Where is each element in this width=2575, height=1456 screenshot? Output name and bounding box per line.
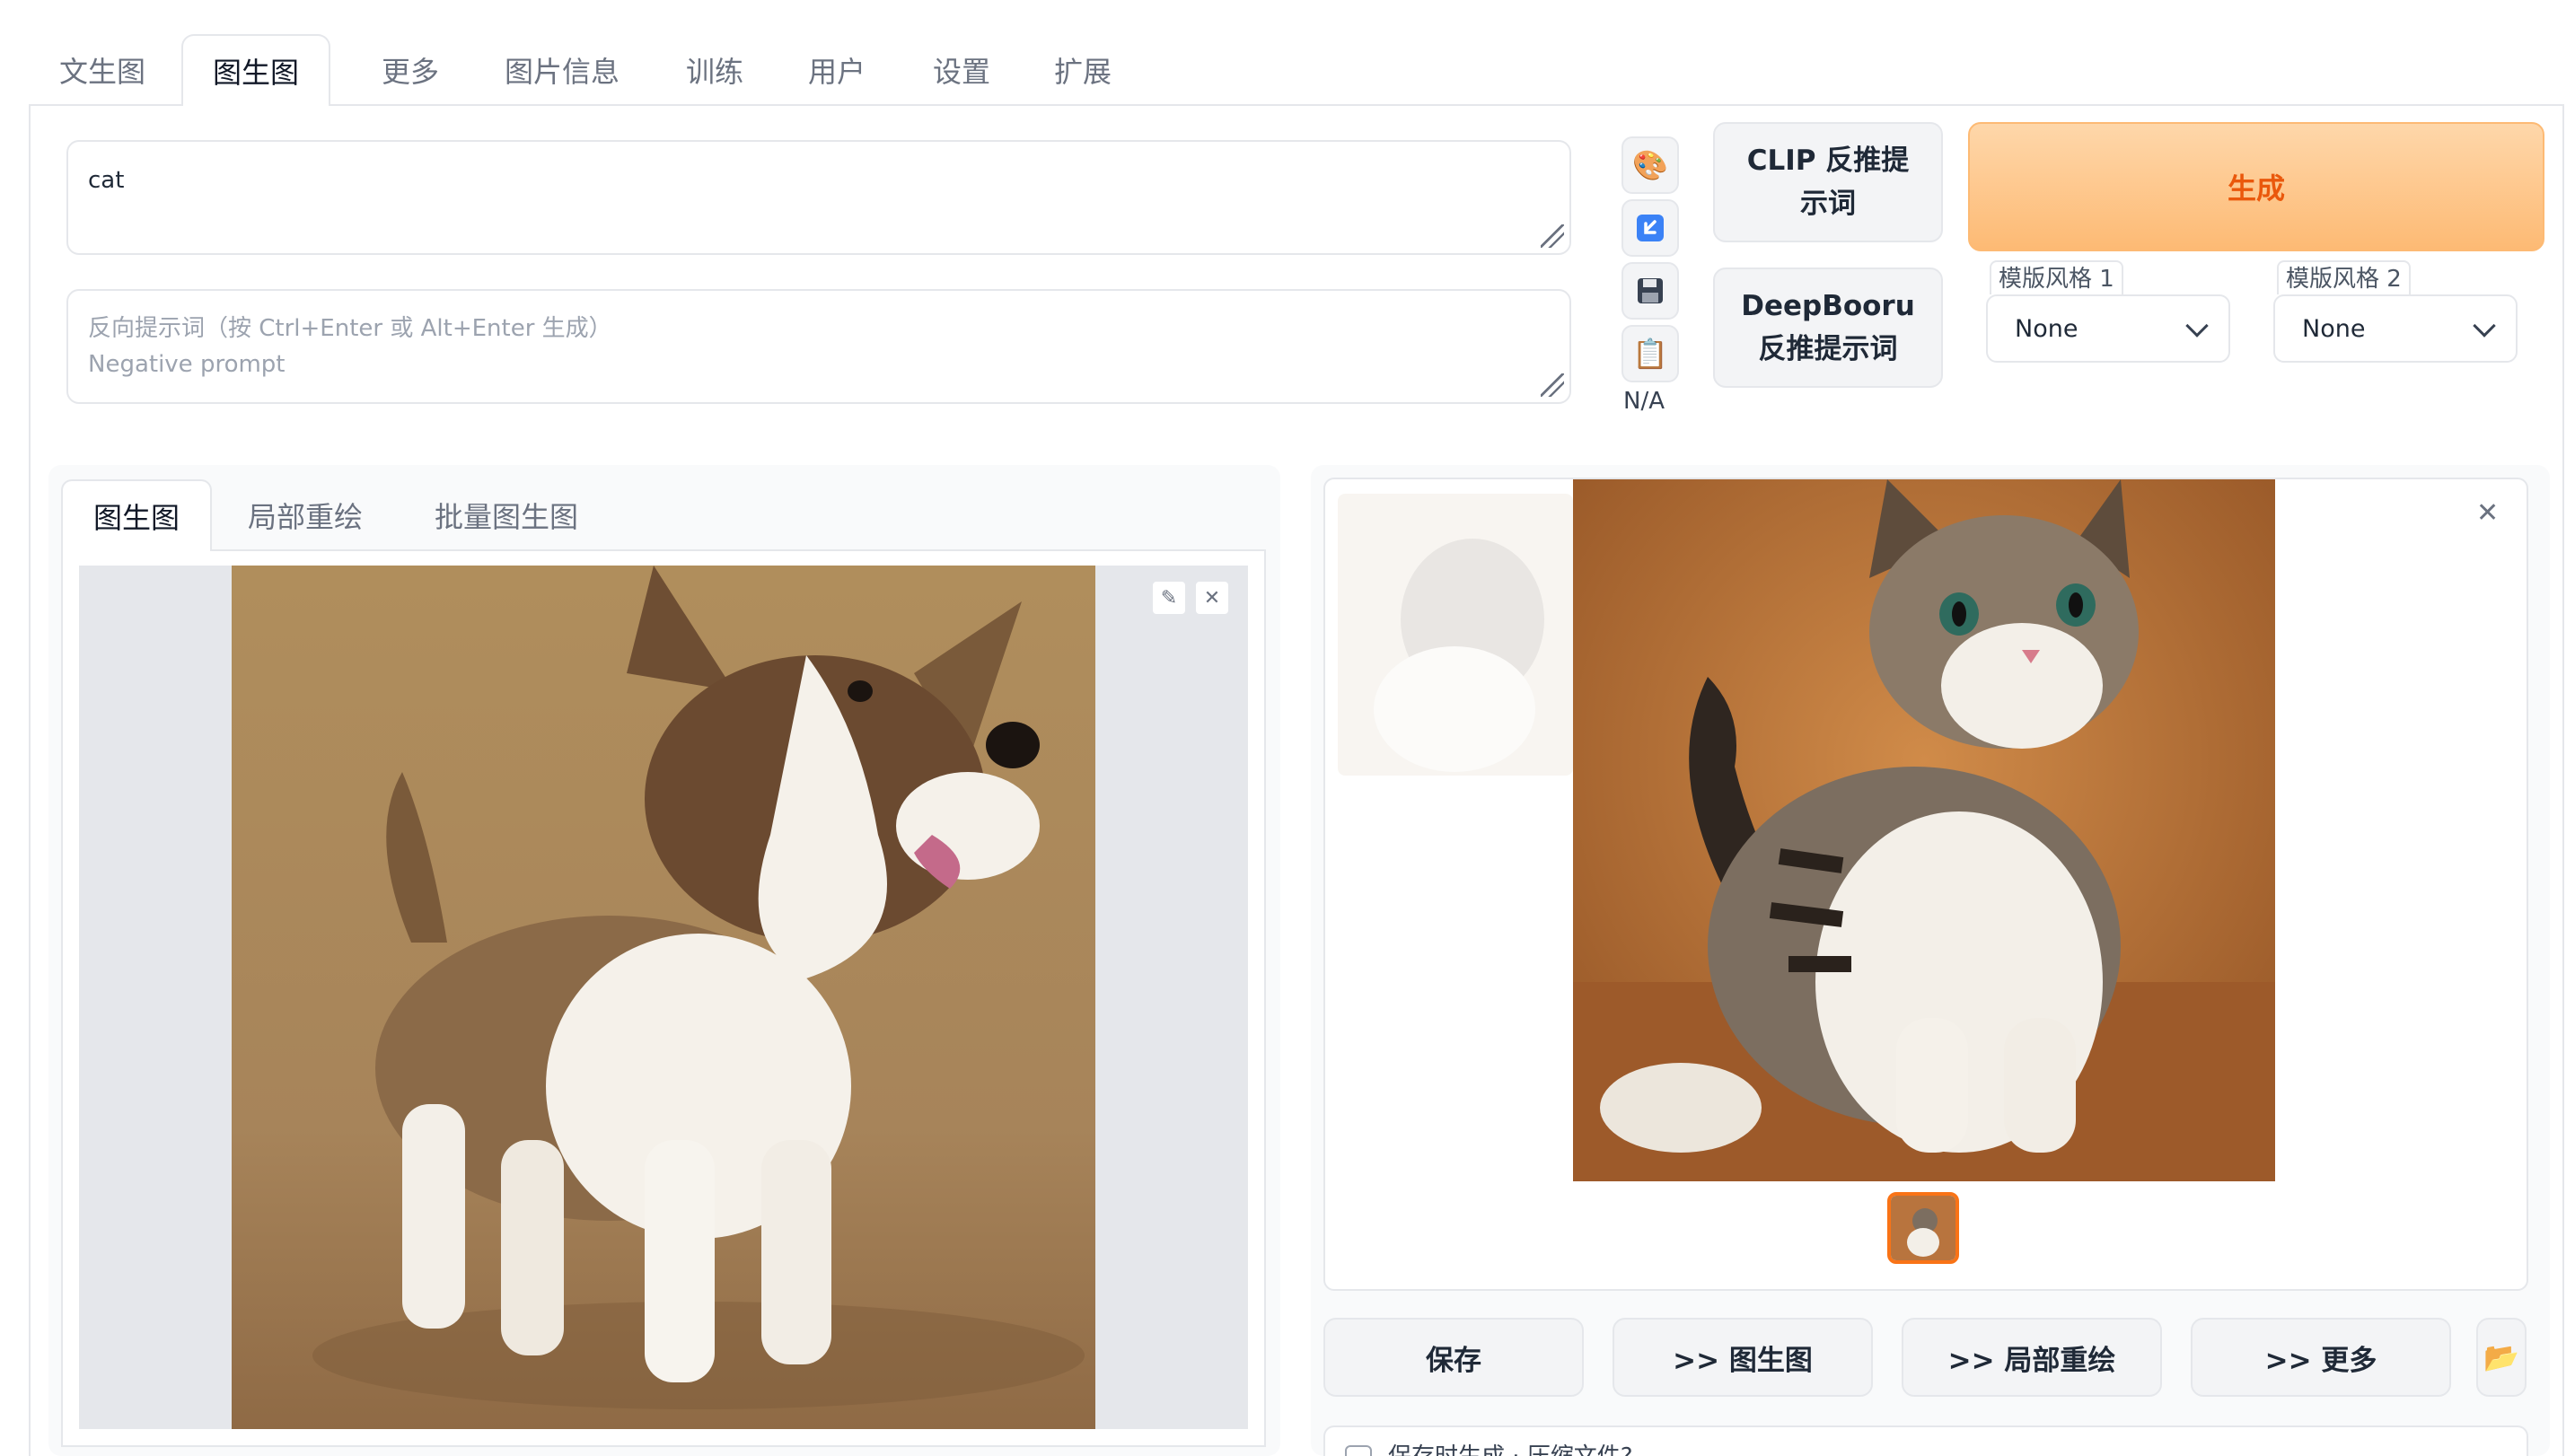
style-2-label: 模版风格 2 — [2277, 260, 2411, 294]
send-to-inpaint-button[interactable]: >> 局部重绘 — [1902, 1318, 2162, 1397]
send-to-img2img-button[interactable]: >> 图生图 — [1613, 1318, 1873, 1397]
tab-extras[interactable]: 更多 — [352, 34, 469, 106]
clip-label-1: CLIP 反推提 — [1746, 145, 1910, 177]
generate-button[interactable]: 生成 — [1968, 122, 2544, 251]
style-2-select[interactable]: None — [2273, 294, 2518, 363]
deepbooru-label-1: DeepBooru — [1741, 290, 1915, 322]
tab-user[interactable]: 用户 — [781, 34, 892, 106]
save-style-button[interactable] — [1621, 262, 1679, 320]
subtab-inpaint[interactable]: 局部重绘 — [228, 479, 382, 551]
style-palette-button[interactable]: 🎨 — [1621, 136, 1679, 194]
tab-extensions[interactable]: 扩展 — [1027, 34, 1138, 106]
save-icon — [1638, 278, 1663, 303]
negative-prompt-placeholder: 反向提示词（按 Ctrl+Enter 或 Alt+Enter 生成） — [88, 315, 612, 342]
arrow-icon — [1637, 215, 1664, 241]
style-1-label: 模版风格 1 — [1990, 260, 2123, 294]
save-button[interactable]: 保存 — [1323, 1318, 1584, 1397]
clipboard-icon: 📋 — [1632, 337, 1668, 371]
tab-settings[interactable]: 设置 — [903, 34, 1020, 106]
folder-icon: 📂 — [2483, 1340, 2519, 1374]
tab-img2img[interactable]: 图生图 — [181, 34, 330, 106]
close-icon[interactable]: ✕ — [1194, 580, 1230, 616]
subtab-batch[interactable]: 批量图生图 — [408, 479, 605, 551]
gallery-thumbnail-selected[interactable] — [1887, 1192, 1959, 1264]
top-tab-bar: 文生图 图生图 更多 图片信息 训练 用户 设置 扩展 — [32, 34, 2564, 106]
zip-checkbox[interactable] — [1345, 1445, 1372, 1456]
clip-label-2: 示词 — [1800, 188, 1856, 220]
tab-txt2img[interactable]: 文生图 — [32, 34, 172, 106]
output-image-cat[interactable] — [1573, 479, 2275, 1181]
style-1-select[interactable]: None — [1986, 294, 2230, 363]
clip-interrogate-button[interactable]: CLIP 反推提 示词 — [1713, 122, 1943, 242]
style-1-value: None — [2015, 314, 2078, 343]
tab-png-info[interactable]: 图片信息 — [481, 34, 643, 106]
edit-icon[interactable]: ✎ — [1151, 580, 1187, 616]
resize-handle[interactable] — [1541, 373, 1564, 397]
deepbooru-interrogate-button[interactable]: DeepBooru 反推提示词 — [1713, 268, 1943, 388]
prompt-input[interactable]: cat — [66, 140, 1571, 255]
gallery-preview-thumbnail[interactable] — [1338, 494, 1573, 776]
negative-prompt-placeholder-en: Negative prompt — [88, 351, 286, 378]
token-counter: N/A — [1623, 388, 1665, 415]
negative-prompt-input[interactable]: 反向提示词（按 Ctrl+Enter 或 Alt+Enter 生成） Negat… — [66, 289, 1571, 404]
input-image-dog — [232, 566, 1095, 1429]
close-icon[interactable]: ✕ — [2476, 497, 2499, 529]
prompt-text: cat — [88, 167, 125, 194]
open-folder-button[interactable]: 📂 — [2476, 1318, 2527, 1397]
style-2-value: None — [2302, 314, 2366, 343]
tab-train[interactable]: 训练 — [661, 34, 769, 106]
paste-button[interactable]: 📋 — [1621, 325, 1679, 382]
zip-option-label: 保存时生成 · 压缩文件? — [1388, 1438, 1633, 1456]
deepbooru-label-2: 反推提示词 — [1758, 333, 1898, 365]
subtab-img2img[interactable]: 图生图 — [61, 479, 212, 551]
palette-icon: 🎨 — [1632, 148, 1668, 182]
chevron-down-icon — [2473, 314, 2496, 338]
resize-handle[interactable] — [1541, 224, 1564, 248]
chevron-down-icon — [2185, 314, 2209, 338]
read-params-button[interactable] — [1621, 199, 1679, 257]
send-to-extras-button[interactable]: >> 更多 — [2191, 1318, 2451, 1397]
